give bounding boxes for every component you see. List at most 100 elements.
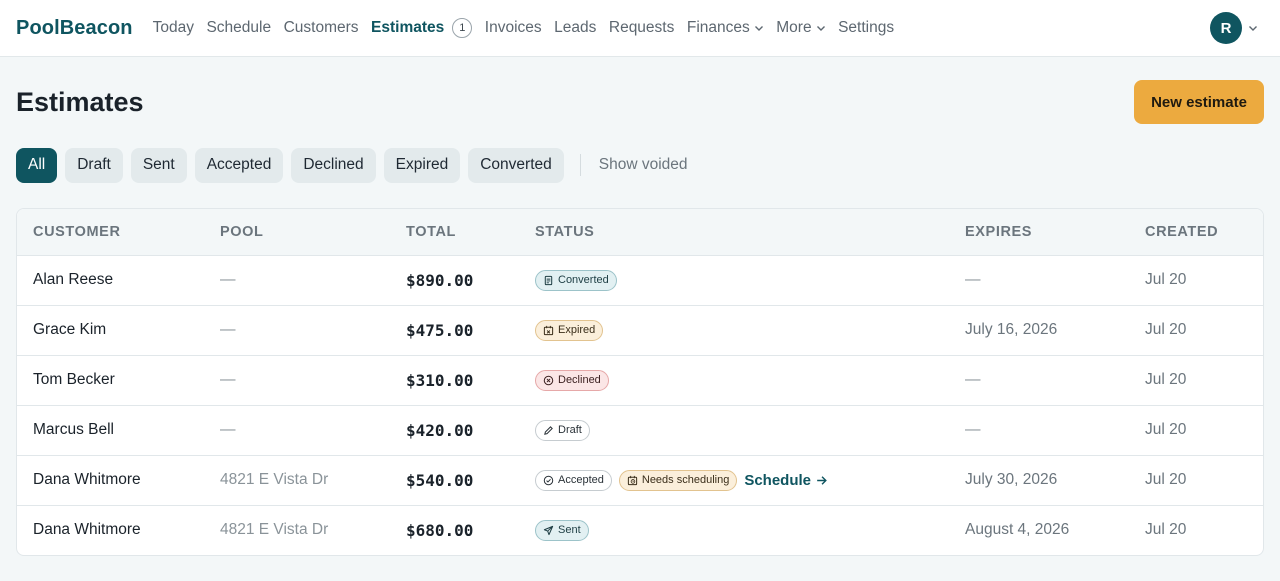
created-date: Jul 20 bbox=[1145, 521, 1187, 539]
estimates-table: CUSTOMER POOL TOTAL STATUS EXPIRES CREAT… bbox=[16, 208, 1264, 556]
nav-item-estimates[interactable]: Estimates 1 bbox=[371, 18, 473, 38]
chevron-down-icon bbox=[816, 26, 825, 31]
schedule-link-label: Schedule bbox=[744, 471, 812, 489]
column-header-customer: CUSTOMER bbox=[33, 223, 121, 240]
calendar-clock-icon bbox=[627, 475, 638, 485]
nav-item-schedule[interactable]: Schedule bbox=[206, 19, 271, 37]
filter-expired[interactable]: Expired bbox=[383, 147, 461, 183]
status-cell: Sent bbox=[519, 505, 949, 555]
status-badge: Declined bbox=[535, 369, 609, 391]
nav-item-more-label: More bbox=[776, 19, 812, 36]
show-voided-toggle[interactable]: Show voided bbox=[599, 156, 688, 174]
pool-address: — bbox=[220, 271, 236, 288]
pool-address: — bbox=[220, 371, 236, 388]
new-estimate-button[interactable]: New estimate bbox=[1134, 80, 1264, 124]
pool-address: 4821 E Vista Dr bbox=[220, 471, 329, 488]
main-nav: Today Schedule Customers Estimates 1 Inv… bbox=[153, 18, 894, 38]
pool-address: — bbox=[220, 421, 236, 438]
status-badge: Expired bbox=[535, 319, 604, 341]
column-header-status: STATUS bbox=[535, 223, 595, 240]
filter-accepted[interactable]: Accepted bbox=[194, 147, 284, 183]
customer-name: Marcus Bell bbox=[33, 421, 114, 438]
circle-check-icon bbox=[543, 475, 554, 485]
expires-date: July 16, 2026 bbox=[965, 321, 1058, 338]
brand-logo[interactable]: PoolBeacon bbox=[16, 17, 133, 40]
table-row[interactable]: Dana Whitmore 4821 E Vista Dr $540.00 Ac… bbox=[17, 455, 1263, 505]
created-date: Jul 20 bbox=[1145, 471, 1187, 488]
customer-name: Dana Whitmore bbox=[33, 471, 141, 488]
expires-date: August 4, 2026 bbox=[965, 521, 1070, 539]
nav-item-more[interactable]: More bbox=[776, 19, 825, 37]
status-badge-label: Sent bbox=[558, 524, 581, 537]
customer-name: Alan Reese bbox=[33, 271, 114, 288]
nav-item-settings[interactable]: Settings bbox=[838, 19, 894, 37]
filter-converted[interactable]: Converted bbox=[468, 147, 564, 183]
status-badge-label: Converted bbox=[558, 274, 609, 286]
status-cell: Converted bbox=[519, 255, 949, 305]
estimate-total: $475.00 bbox=[406, 320, 474, 340]
nav-item-customers[interactable]: Customers bbox=[284, 19, 359, 37]
estimate-total: $680.00 bbox=[406, 520, 474, 540]
nav-item-requests[interactable]: Requests bbox=[609, 19, 674, 37]
expires-date: — bbox=[965, 271, 981, 288]
nav-item-today[interactable]: Today bbox=[153, 19, 194, 37]
created-date: Jul 20 bbox=[1145, 321, 1187, 338]
customer-name: Dana Whitmore bbox=[33, 521, 141, 539]
expires-date: — bbox=[965, 371, 981, 388]
chevron-down-icon bbox=[1249, 26, 1257, 31]
filter-all[interactable]: All bbox=[16, 147, 58, 183]
status-cell: Draft bbox=[519, 405, 949, 455]
table-row[interactable]: Grace Kim — $475.00 Expired July 16, 202… bbox=[17, 305, 1263, 355]
arrow-right-icon bbox=[817, 475, 827, 485]
calendar-x-icon bbox=[543, 325, 554, 335]
page-header: Estimates New estimate bbox=[0, 57, 1280, 147]
status-badge: Draft bbox=[535, 419, 590, 441]
expires-date: July 30, 2026 bbox=[965, 471, 1058, 488]
created-date: Jul 20 bbox=[1145, 371, 1187, 388]
circle-x-icon bbox=[543, 375, 554, 385]
expires-date: — bbox=[965, 421, 981, 438]
created-date: Jul 20 bbox=[1145, 271, 1187, 288]
customer-name: Grace Kim bbox=[33, 321, 107, 338]
chevron-down-icon bbox=[754, 26, 763, 31]
needs-scheduling-label: Needs scheduling bbox=[641, 474, 730, 486]
filter-sent[interactable]: Sent bbox=[130, 147, 187, 183]
user-menu[interactable]: R bbox=[1210, 12, 1258, 44]
status-badge-label: Expired bbox=[558, 324, 596, 336]
filter-divider bbox=[579, 154, 581, 176]
column-header-total: TOTAL bbox=[406, 223, 456, 240]
estimate-total: $310.00 bbox=[406, 370, 474, 390]
document-icon bbox=[544, 275, 553, 285]
nav-item-invoices[interactable]: Invoices bbox=[485, 19, 542, 37]
paper-plane-icon bbox=[543, 525, 554, 535]
filter-declined[interactable]: Declined bbox=[291, 147, 376, 183]
column-header-expires: EXPIRES bbox=[965, 223, 1033, 240]
customer-name: Tom Becker bbox=[33, 371, 115, 388]
status-badge-label: Accepted bbox=[558, 474, 604, 486]
pencil-icon bbox=[544, 425, 553, 435]
page-title: Estimates bbox=[16, 86, 144, 117]
nav-item-finances-label: Finances bbox=[686, 19, 750, 36]
table-row[interactable]: Marcus Bell — $420.00 Draft — Jul 20 bbox=[17, 405, 1263, 455]
avatar: R bbox=[1210, 12, 1242, 44]
nav-item-leads[interactable]: Leads bbox=[554, 19, 596, 37]
schedule-link[interactable]: Schedule bbox=[744, 472, 828, 489]
status-badge: Accepted bbox=[535, 469, 612, 491]
estimate-total: $540.00 bbox=[406, 470, 474, 490]
pool-address: 4821 E Vista Dr bbox=[220, 521, 329, 539]
top-nav: PoolBeacon Today Schedule Customers Esti… bbox=[0, 0, 1280, 57]
needs-scheduling-badge: Needs scheduling bbox=[618, 469, 738, 491]
status-cell: Accepted Needs scheduling Schedule bbox=[519, 455, 949, 505]
status-badge-label: Draft bbox=[558, 424, 582, 436]
created-date: Jul 20 bbox=[1145, 421, 1187, 438]
status-cell: Declined bbox=[519, 355, 949, 405]
pool-address: — bbox=[220, 321, 236, 338]
nav-item-finances[interactable]: Finances bbox=[687, 19, 764, 37]
status-badge-label: Declined bbox=[558, 374, 601, 386]
status-badge: Converted bbox=[535, 269, 617, 291]
table-row[interactable]: Dana Whitmore 4821 E Vista Dr $680.00 Se… bbox=[17, 505, 1263, 555]
filter-draft[interactable]: Draft bbox=[65, 147, 123, 183]
status-badge: Sent bbox=[535, 519, 589, 541]
table-row[interactable]: Alan Reese — $890.00 Converted — Jul 20 bbox=[17, 255, 1263, 305]
table-row[interactable]: Tom Becker — $310.00 Declined — Jul 20 bbox=[17, 355, 1263, 405]
